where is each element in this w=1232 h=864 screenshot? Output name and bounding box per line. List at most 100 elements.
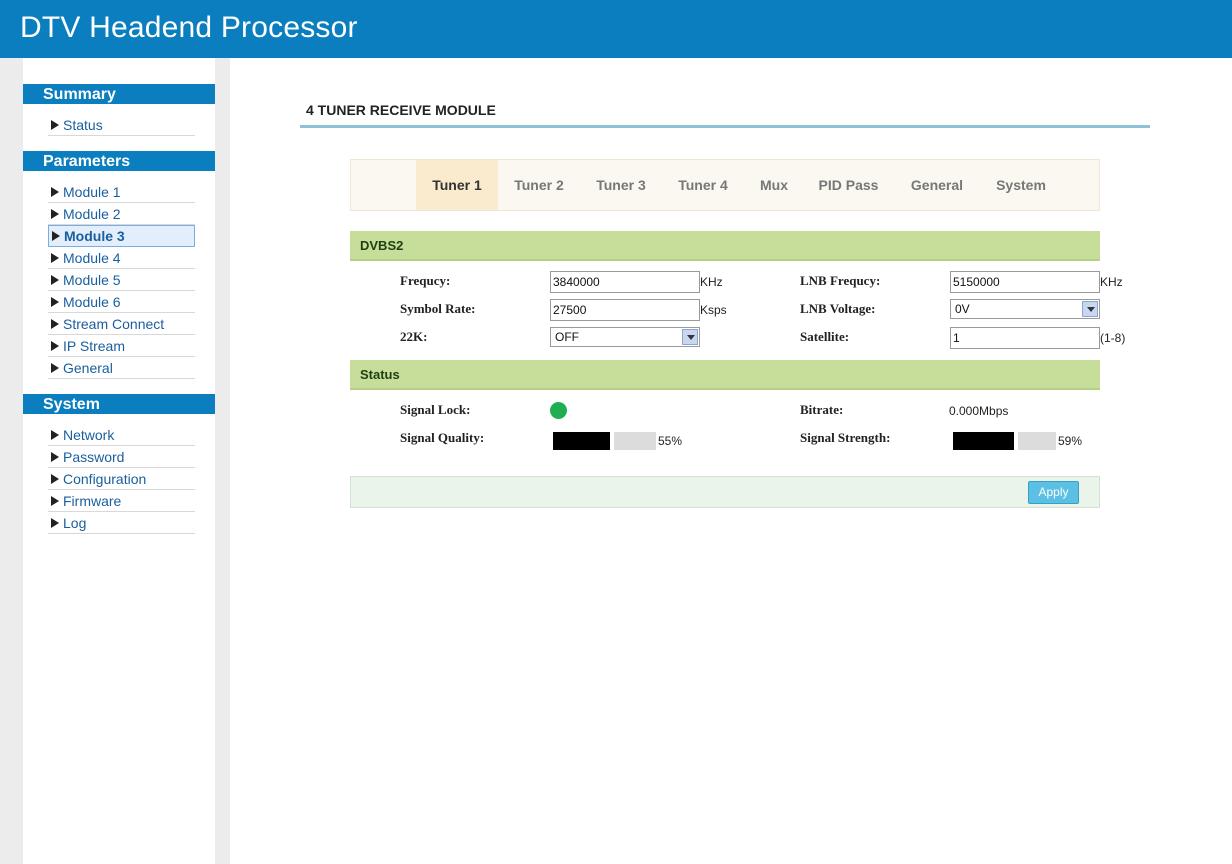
22k-label: 22K: bbox=[400, 329, 428, 344]
sidebar-item-module-2[interactable]: Module 2 bbox=[48, 204, 195, 225]
sidebar-section-summary: Summary bbox=[23, 84, 215, 104]
sidebar-item-label: Stream Connect bbox=[63, 316, 165, 332]
tab-tuner-3[interactable]: Tuner 3 bbox=[580, 160, 662, 210]
tab-system[interactable]: System bbox=[980, 160, 1062, 210]
sidebar-item-module-6[interactable]: Module 6 bbox=[48, 292, 195, 313]
status-section-header: Status bbox=[350, 360, 1100, 390]
sidebar-item-label: Configuration bbox=[63, 471, 147, 487]
arrow-right-icon bbox=[51, 253, 59, 263]
page-title: 4 TUNER RECEIVE MODULE bbox=[306, 102, 496, 118]
satellite-label: Satellite: bbox=[800, 329, 850, 344]
sidebar-item-label: IP Stream bbox=[63, 338, 125, 354]
signal-strength-gap bbox=[1014, 432, 1018, 450]
sidebar-item-label: Module 2 bbox=[63, 206, 121, 222]
tab-tuner-2[interactable]: Tuner 2 bbox=[498, 160, 580, 210]
arrow-right-icon bbox=[51, 496, 59, 506]
sidebar-item-firmware[interactable]: Firmware bbox=[48, 491, 195, 512]
signal-strength-fill bbox=[953, 432, 1014, 450]
frequency-label: Frequcy: bbox=[400, 273, 451, 288]
sidebar-item-ip-stream[interactable]: IP Stream bbox=[48, 336, 195, 357]
sidebar-item-module-4[interactable]: Module 4 bbox=[48, 248, 195, 269]
dvbs2-section-header: DVBS2 bbox=[350, 231, 1100, 261]
arrow-right-icon bbox=[51, 319, 59, 329]
arrow-right-icon bbox=[51, 430, 59, 440]
sidebar-item-stream-connect[interactable]: Stream Connect bbox=[48, 314, 195, 335]
frequency-unit: KHz bbox=[700, 275, 723, 289]
tab-tuner-1[interactable]: Tuner 1 bbox=[416, 160, 498, 210]
main-content: 4 TUNER RECEIVE MODULE Tuner 1 Tuner 2 T… bbox=[230, 58, 1232, 864]
sidebar-item-module-5[interactable]: Module 5 bbox=[48, 270, 195, 291]
sidebar-item-general[interactable]: General bbox=[48, 358, 195, 379]
sidebar: Summary Status Parameters Module 1 Modul… bbox=[23, 58, 215, 864]
sidebar-item-label: Password bbox=[63, 449, 125, 465]
arrow-right-icon bbox=[51, 363, 59, 373]
signal-quality-fill bbox=[553, 432, 610, 450]
sidebar-item-label: Module 4 bbox=[63, 250, 121, 266]
tab-pid-pass[interactable]: PID Pass bbox=[806, 160, 891, 210]
symbol-rate-unit: Ksps bbox=[700, 303, 727, 317]
arrow-right-icon bbox=[51, 120, 59, 130]
satellite-input[interactable]: 1 bbox=[950, 327, 1100, 349]
signal-quality-value: 55% bbox=[658, 434, 683, 448]
sidebar-item-log[interactable]: Log bbox=[48, 513, 195, 534]
signal-strength-value: 59% bbox=[1058, 434, 1083, 448]
bitrate-label: Bitrate: bbox=[800, 402, 844, 417]
sidebar-item-label: General bbox=[63, 360, 113, 376]
lnb-voltage-label: LNB Voltage: bbox=[800, 301, 876, 316]
signal-quality-bar bbox=[553, 432, 656, 450]
tab-bar: Tuner 1 Tuner 2 Tuner 3 Tuner 4 Mux PID … bbox=[350, 159, 1100, 211]
sidebar-item-configuration[interactable]: Configuration bbox=[48, 469, 195, 490]
tab-tuner-4[interactable]: Tuner 4 bbox=[662, 160, 744, 210]
sidebar-item-label: Module 5 bbox=[63, 272, 121, 288]
sidebar-item-label: Module 3 bbox=[64, 228, 125, 244]
arrow-right-icon bbox=[51, 518, 59, 528]
arrow-right-icon bbox=[51, 209, 59, 219]
sidebar-item-label: Network bbox=[63, 427, 115, 443]
symbol-rate-label: Symbol Rate: bbox=[400, 301, 476, 316]
lnb-frequency-label: LNB Frequcy: bbox=[800, 273, 881, 288]
signal-quality-gap bbox=[610, 432, 614, 450]
arrow-right-icon bbox=[52, 231, 60, 241]
action-bar: Apply bbox=[350, 476, 1100, 508]
signal-strength-bar bbox=[953, 432, 1056, 450]
app-window: DTV Headend Processor Summary Status Par… bbox=[0, 0, 1232, 864]
tab-mux[interactable]: Mux bbox=[744, 160, 804, 210]
signal-lock-indicator-icon bbox=[550, 402, 567, 419]
symbol-rate-input[interactable]: 27500 bbox=[550, 299, 700, 321]
sidebar-section-system: System bbox=[23, 394, 215, 414]
title-divider bbox=[300, 125, 1150, 128]
arrow-right-icon bbox=[51, 474, 59, 484]
sidebar-item-label: Status bbox=[63, 117, 103, 133]
sidebar-item-label: Log bbox=[63, 515, 87, 531]
sidebar-item-label: Firmware bbox=[63, 493, 122, 509]
apply-button[interactable]: Apply bbox=[1028, 481, 1079, 504]
signal-quality-label: Signal Quality: bbox=[400, 430, 485, 445]
chevron-down-icon[interactable] bbox=[682, 329, 698, 345]
sidebar-item-label: Module 1 bbox=[63, 184, 121, 200]
header-bar: DTV Headend Processor bbox=[0, 0, 1232, 58]
sidebar-section-parameters: Parameters bbox=[23, 151, 215, 171]
app-title: DTV Headend Processor bbox=[20, 11, 358, 44]
arrow-right-icon bbox=[51, 297, 59, 307]
sidebar-item-network[interactable]: Network bbox=[48, 425, 195, 446]
arrow-right-icon bbox=[51, 452, 59, 462]
lnb-frequency-input[interactable]: 5150000 bbox=[950, 271, 1100, 293]
lnb-voltage-select[interactable]: 0V bbox=[950, 299, 1100, 319]
bitrate-value: 0.000Mbps bbox=[949, 404, 1009, 418]
signal-strength-label: Signal Strength: bbox=[800, 430, 891, 445]
sidebar-item-module-3[interactable]: Module 3 bbox=[48, 225, 195, 247]
lnb-frequency-unit: KHz bbox=[1100, 275, 1123, 289]
tab-general[interactable]: General bbox=[896, 160, 978, 210]
frequency-input[interactable]: 3840000 bbox=[550, 271, 700, 293]
lnb-voltage-select-value: 0V bbox=[955, 302, 970, 316]
sidebar-item-label: Module 6 bbox=[63, 294, 121, 310]
arrow-right-icon bbox=[51, 341, 59, 351]
chevron-down-icon[interactable] bbox=[1082, 301, 1098, 317]
arrow-right-icon bbox=[51, 275, 59, 285]
22k-select[interactable]: OFF bbox=[550, 327, 700, 347]
sidebar-item-module-1[interactable]: Module 1 bbox=[48, 182, 195, 203]
satellite-range: (1-8) bbox=[1100, 331, 1126, 345]
sidebar-item-status[interactable]: Status bbox=[48, 115, 195, 136]
sidebar-item-password[interactable]: Password bbox=[48, 447, 195, 468]
22k-select-value: OFF bbox=[555, 330, 579, 344]
